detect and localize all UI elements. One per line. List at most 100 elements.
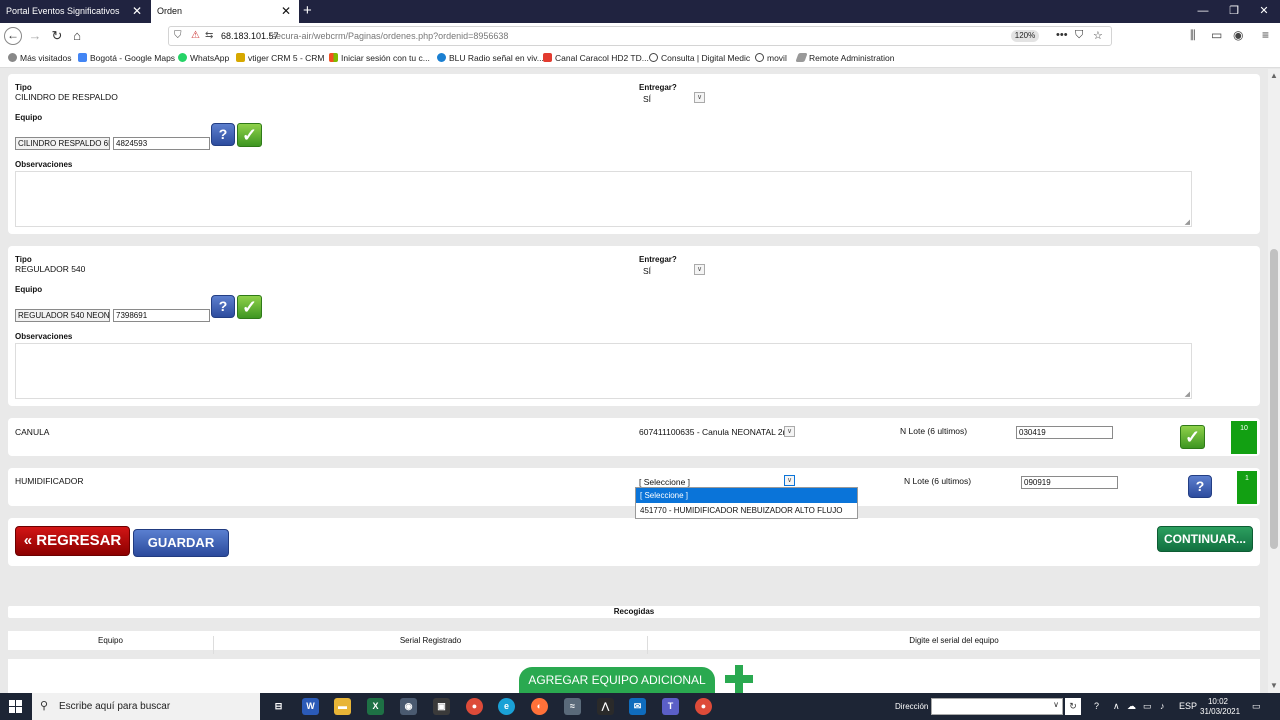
regresar-button[interactable]: « REGRESAR — [15, 526, 130, 556]
page-actions-icon[interactable]: ••• — [1056, 29, 1068, 41]
reload-icon[interactable]: ↻ — [48, 27, 66, 45]
insecure-lock-icon[interactable]: ⚠ — [191, 30, 200, 41]
file-explorer-icon[interactable]: ▬ — [334, 698, 351, 715]
search-icon: ⚲ — [40, 700, 49, 712]
chevron-down-icon[interactable]: ∨ — [694, 264, 705, 275]
windows-start-icon[interactable] — [9, 700, 22, 713]
gear-icon — [8, 53, 17, 62]
account-icon[interactable]: ◉ — [1233, 28, 1243, 42]
sidebar-icon[interactable]: ▭ — [1211, 28, 1222, 42]
observaciones-textarea[interactable]: ◢ — [15, 343, 1192, 399]
plus-icon[interactable] — [725, 665, 753, 693]
close-tab-icon[interactable]: ✕ — [281, 0, 291, 23]
continuar-button[interactable]: CONTINUAR... — [1157, 526, 1253, 552]
confirm-check-button[interactable]: ✓ — [1180, 425, 1205, 449]
clock[interactable]: 10:02 31/03/2021 — [1200, 697, 1240, 717]
humidificador-select-value[interactable]: [ Seleccione ] — [639, 477, 690, 487]
library-icon[interactable]: ⫼ — [1190, 28, 1196, 43]
word-icon[interactable]: W — [302, 698, 319, 715]
entregar-select-value[interactable]: SÍ — [643, 266, 651, 276]
restore-icon[interactable]: ❐ — [1219, 0, 1249, 22]
observaciones-textarea[interactable]: ◢ — [15, 171, 1192, 227]
bookmark-blu-radio[interactable]: BLU Radio señal en viv... — [437, 53, 544, 63]
scroll-down-icon[interactable]: ▼ — [1269, 681, 1279, 690]
confirm-check-button[interactable]: ✓ — [237, 123, 262, 147]
bookmark-whatsapp[interactable]: WhatsApp — [178, 53, 229, 63]
excel-icon[interactable]: X — [367, 698, 384, 715]
back-arrow-icon[interactable]: ← — [4, 27, 22, 45]
mail-icon[interactable]: ✉ — [629, 698, 646, 715]
camera-icon[interactable]: ◉ — [400, 698, 417, 715]
bookmark-mas-visitados[interactable]: Más visitados — [8, 53, 72, 63]
new-tab-icon[interactable]: + — [303, 0, 312, 21]
tab-orden[interactable]: Orden ✕ — [151, 0, 299, 23]
lote-input[interactable]: 030419 — [1016, 426, 1113, 439]
app-icon[interactable]: ⋀ — [597, 698, 614, 715]
shield-icon[interactable]: ⛉ — [174, 30, 182, 41]
edge-icon[interactable]: e — [498, 698, 515, 715]
help-question-button[interactable]: ? — [211, 123, 235, 146]
tab-portal-eventos[interactable]: Portal Eventos Significativos ✕ — [0, 0, 150, 23]
store-icon[interactable]: ▣ — [433, 698, 450, 715]
resize-handle-icon[interactable]: ◢ — [1185, 390, 1190, 398]
bookmark-caracol[interactable]: Canal Caracol HD2 TD... — [543, 53, 649, 63]
resize-handle-icon[interactable]: ◢ — [1185, 218, 1190, 226]
help-icon[interactable]: ? — [1094, 701, 1099, 711]
bookmark-remote-admin[interactable]: Remote Administration — [795, 53, 895, 63]
volume-icon[interactable]: ♪ — [1160, 701, 1165, 711]
equipo-serial-input[interactable]: 4824593 — [113, 137, 210, 150]
vpn-icon[interactable]: ≈ — [564, 698, 581, 715]
chrome-icon[interactable]: ● — [466, 698, 483, 715]
help-question-button[interactable]: ? — [211, 295, 235, 318]
bookmark-vtiger[interactable]: vtiger CRM 5 - CRM — [236, 53, 325, 63]
page-scrollbar[interactable]: ▲ ▼ — [1268, 69, 1280, 693]
dropdown-option[interactable]: [ Seleccione ] — [636, 488, 857, 503]
menu-icon[interactable]: ≡ — [1262, 28, 1269, 42]
forward-arrow-icon[interactable]: → — [26, 27, 44, 45]
chevron-down-icon[interactable]: ∨ — [784, 426, 795, 437]
chevron-down-icon[interactable]: ∨ — [784, 475, 795, 486]
close-tab-icon[interactable]: ✕ — [132, 0, 142, 23]
permissions-icon[interactable]: ⇆ — [205, 30, 213, 41]
entregar-select-value[interactable]: SÍ — [643, 94, 651, 104]
bookmark-google-maps[interactable]: Bogotá - Google Maps — [78, 53, 175, 63]
close-window-icon[interactable]: ✕ — [1249, 0, 1279, 22]
help-question-button[interactable]: ? — [1188, 475, 1212, 498]
canula-select-value[interactable]: 607411100635 - Canula NEONATAL 2m — [639, 427, 790, 437]
task-view-icon[interactable]: ⊟ — [270, 698, 287, 715]
bookmark-movil[interactable]: movil — [755, 53, 787, 63]
dropdown-option[interactable]: 451770 - HUMIDIFICADOR NEBUIZADOR ALTO F… — [636, 503, 857, 518]
chevron-down-icon[interactable]: ∨ — [1053, 700, 1059, 709]
humidificador-dropdown-list[interactable]: [ Seleccione ] 451770 - HUMIDIFICADOR NE… — [635, 487, 858, 519]
guardar-button[interactable]: GUARDAR — [133, 529, 229, 557]
url-bar[interactable]: ⛉ ⚠ ⇆ 68.183.101.57 /secura-air/webcrm/P… — [168, 26, 1112, 46]
minimize-icon[interactable]: — — [1188, 0, 1218, 22]
notification-icon[interactable]: ▭ — [1252, 701, 1261, 712]
bookmark-microsoft[interactable]: Iniciar sesión con tu c... — [329, 53, 430, 63]
home-icon[interactable]: ⌂ — [68, 27, 86, 45]
scroll-thumb[interactable] — [1270, 249, 1278, 549]
chevron-down-icon[interactable]: ∨ — [694, 92, 705, 103]
confirm-check-button[interactable]: ✓ — [237, 295, 262, 319]
equipo-serial-input[interactable]: 7398691 — [113, 309, 210, 322]
show-hidden-icons[interactable]: ∧ — [1113, 701, 1120, 712]
firefox-icon[interactable]: ◐ — [531, 698, 548, 715]
onedrive-icon[interactable]: ☁ — [1127, 701, 1136, 712]
agregar-equipo-button[interactable]: AGREGAR EQUIPO ADICIONAL — [519, 667, 715, 693]
lote-input[interactable]: 090919 — [1021, 476, 1118, 489]
language-indicator[interactable]: ESP — [1179, 701, 1197, 711]
equipo-name-field: CILINDRO RESPALDO 6M3 — [15, 137, 110, 150]
bookmark-star-icon[interactable]: ☆ — [1093, 29, 1103, 42]
pocket-icon[interactable]: ⛉ — [1075, 29, 1083, 42]
bookmark-digital-medic[interactable]: Consulta | Digital Medic — [649, 53, 750, 63]
teams-icon[interactable]: T — [662, 698, 679, 715]
caracol-icon — [543, 53, 552, 62]
refresh-icon[interactable]: ↻ — [1065, 698, 1081, 715]
taskbar-search[interactable]: ⚲ Escribe aquí para buscar — [32, 693, 260, 720]
chrome-profile-icon[interactable]: ● — [695, 698, 712, 715]
recogidas-title-bar: Recogidas — [8, 606, 1260, 618]
scroll-up-icon[interactable]: ▲ — [1269, 71, 1279, 80]
address-toolbar-input[interactable]: ∨ — [931, 698, 1063, 715]
network-icon[interactable]: ▭ — [1143, 701, 1152, 712]
zoom-level[interactable]: 120% — [1011, 30, 1039, 42]
